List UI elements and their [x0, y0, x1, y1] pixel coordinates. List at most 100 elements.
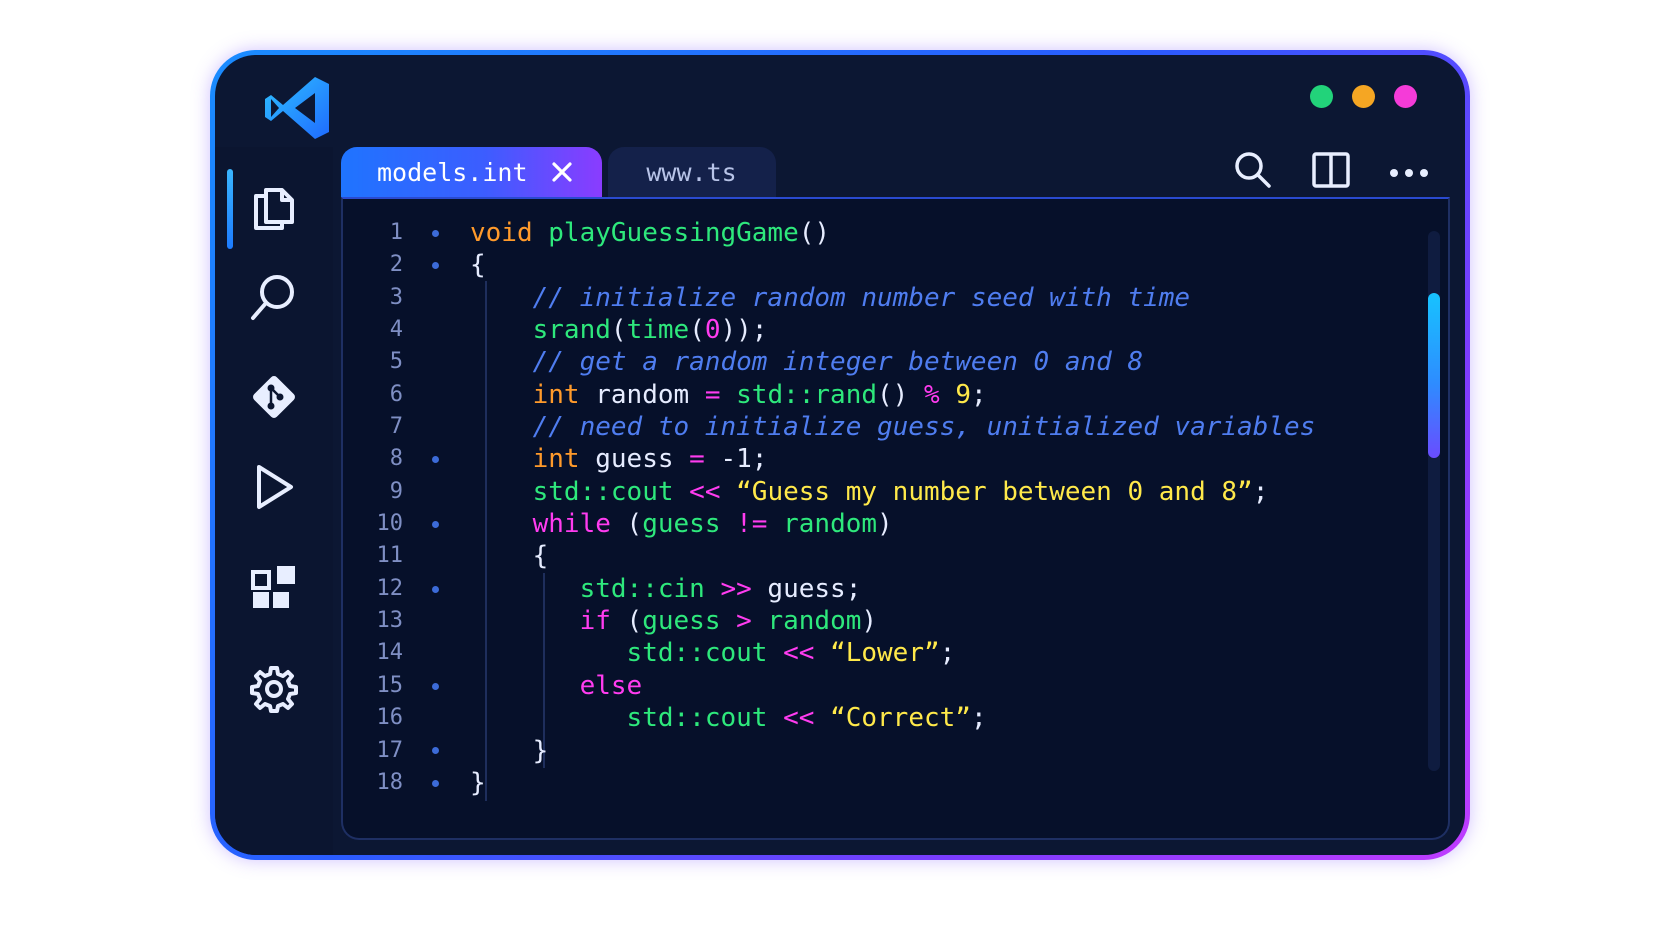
line-number: 9 [389, 478, 403, 504]
line-number: 11 [376, 543, 404, 569]
activity-search[interactable] [215, 259, 333, 339]
activity-extensions[interactable] [215, 549, 333, 629]
code-token: time [626, 315, 690, 346]
code-token: guess [642, 509, 721, 540]
code-token: int [532, 379, 580, 410]
code-token: = [704, 379, 721, 410]
code-line: std::cout << “Guess my number between 0 … [470, 476, 1408, 508]
code-token: // initialize random number seed with ti… [532, 282, 1191, 313]
line-number: 12 [376, 575, 404, 601]
code-line: if (guess > random) [470, 605, 1408, 637]
code-token: ; [1252, 476, 1269, 507]
code-token: if [579, 606, 611, 637]
fold-marker[interactable] [432, 682, 439, 690]
code-token: std::cout [626, 638, 768, 669]
code-line: while (guess != random) [470, 508, 1408, 540]
code-token: while [532, 509, 611, 540]
activity-source-control[interactable] [215, 359, 333, 439]
green-window-button[interactable] [1310, 85, 1333, 108]
fold-marker[interactable] [432, 262, 439, 270]
code-token: () [877, 379, 924, 410]
code-token: srand [532, 315, 611, 346]
line-number: 10 [376, 511, 404, 537]
code-token: } [470, 735, 549, 766]
code-line: // need to initialize guess, unitialized… [470, 411, 1408, 443]
code-token: ; [970, 379, 987, 410]
code-token: std::cout [626, 703, 768, 734]
code-line: void playGuessingGame() [470, 217, 1408, 249]
code-token: = [689, 444, 705, 475]
fold-marker[interactable] [432, 229, 439, 237]
search-button[interactable] [1234, 151, 1272, 193]
fold-marker[interactable] [432, 456, 439, 464]
scrollbar-thumb[interactable] [1428, 293, 1440, 458]
code-line: std::cout << “Lower”; [470, 637, 1408, 669]
split-editor-button[interactable] [1312, 152, 1350, 191]
line-number: 16 [376, 705, 404, 731]
code-token: )); [720, 315, 768, 346]
code-token: >> [720, 573, 752, 604]
tab-label: models.int [377, 157, 528, 187]
fold-marker[interactable] [432, 520, 439, 528]
yellow-window-button[interactable] [1352, 85, 1375, 108]
code-token: () [798, 218, 831, 248]
code-line: std::cin >> guess; [470, 573, 1408, 605]
line-number: 13 [376, 608, 404, 634]
activity-run[interactable] [215, 449, 333, 529]
code-line: // get a random integer between 0 and 8 [470, 346, 1408, 378]
code-token: % [924, 379, 940, 410]
code-token: void [470, 218, 533, 248]
more-actions-button[interactable] [1390, 153, 1428, 191]
code-token: { [470, 541, 549, 572]
code-token: // need to initialize guess, unitialized… [532, 412, 1316, 443]
code-token: ) [877, 509, 893, 540]
code-token: -1; [704, 444, 768, 475]
code-token: ; [939, 638, 956, 669]
editor-area: models.int www.ts 1 2 3 4 5 6 7 8 9 10 1… [341, 147, 1450, 840]
code-token: “Guess my number between 0 and 8” [736, 476, 1253, 507]
code-token: << [783, 638, 815, 669]
code-token: std::rand [736, 379, 878, 410]
close-icon[interactable] [550, 160, 574, 184]
activity-bar [215, 147, 333, 855]
fold-marker[interactable] [432, 747, 439, 755]
code-line: int random = std::rand() % 9; [470, 379, 1408, 411]
fold-marker[interactable] [432, 585, 439, 593]
code-token: guess; [751, 573, 862, 604]
code-token: ( [689, 315, 705, 346]
tab-models-int[interactable]: models.int [341, 147, 602, 197]
code-token: else [579, 670, 643, 701]
search-icon [249, 272, 299, 326]
code-line: } [470, 735, 1408, 767]
magenta-window-button[interactable] [1394, 85, 1417, 108]
tab-www-ts[interactable]: www.ts [607, 147, 776, 197]
search-icon [1234, 151, 1272, 193]
line-number: 17 [376, 737, 404, 763]
code-token: 9 [955, 379, 971, 410]
code-editor[interactable]: 1 2 3 4 5 6 7 8 9 10 11 12 13 14 15 16 17 18 void playGue… [341, 197, 1450, 840]
activity-settings[interactable] [215, 651, 333, 731]
activity-explorer[interactable] [215, 169, 333, 249]
code-token: “Lower” [830, 638, 940, 669]
code-lines: void playGuessingGame() { // initialize r… [470, 217, 1408, 799]
files-icon [252, 182, 296, 236]
code-token: std::cin [579, 573, 705, 604]
line-number: 18 [376, 769, 404, 795]
fold-marker[interactable] [432, 779, 439, 787]
line-number: 14 [376, 640, 404, 666]
